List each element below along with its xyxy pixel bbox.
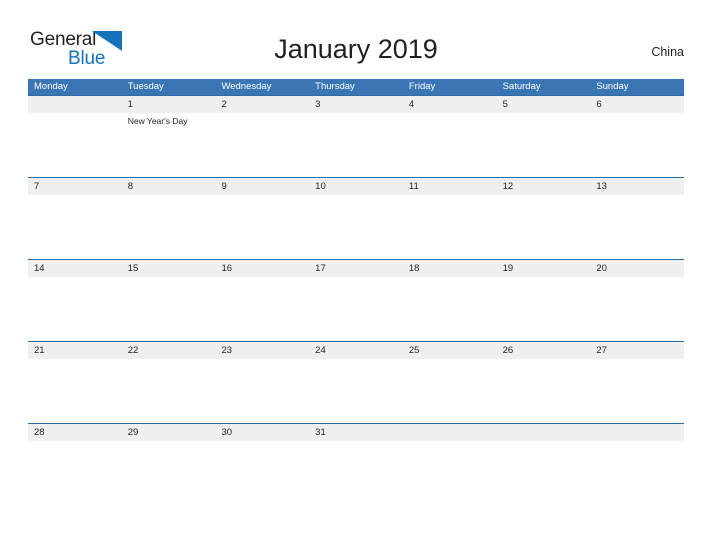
day-number[interactable] [590,424,684,441]
day-number[interactable]: 3 [309,96,403,113]
day-cell[interactable] [309,113,403,177]
day-cell[interactable] [309,277,403,341]
day-number[interactable]: 4 [403,96,497,113]
day-number[interactable]: 14 [28,260,122,277]
day-cell[interactable] [28,359,122,423]
day-number[interactable]: 16 [215,260,309,277]
week-date-band: 28 29 30 31 [28,424,684,441]
day-cell[interactable] [122,195,216,259]
event-label: New Year's Day [127,116,188,126]
day-cell[interactable] [309,441,403,505]
day-number[interactable]: 9 [215,178,309,195]
day-cell[interactable] [497,359,591,423]
day-cell[interactable] [590,195,684,259]
day-number[interactable]: 11 [403,178,497,195]
day-number[interactable]: 22 [122,342,216,359]
day-number[interactable]: 26 [497,342,591,359]
day-cell[interactable] [215,441,309,505]
day-number[interactable]: 6 [590,96,684,113]
week-event-band [28,277,684,341]
day-number[interactable]: 12 [497,178,591,195]
week-event-band [28,195,684,259]
day-cell[interactable] [122,277,216,341]
day-number[interactable]: 10 [309,178,403,195]
day-cell[interactable] [215,113,309,177]
day-cell[interactable] [215,277,309,341]
day-number[interactable] [497,424,591,441]
day-cell[interactable] [403,277,497,341]
day-number[interactable]: 23 [215,342,309,359]
day-number[interactable]: 15 [122,260,216,277]
day-cell[interactable] [309,195,403,259]
day-number[interactable]: 5 [497,96,591,113]
week-date-band: 21 22 23 24 25 26 27 [28,342,684,359]
day-cell[interactable] [28,441,122,505]
day-number[interactable]: 1 [122,96,216,113]
day-cell[interactable] [590,277,684,341]
week-date-band: 14 15 16 17 18 19 20 [28,260,684,277]
weekday-monday: Monday [34,81,68,92]
day-cell[interactable] [497,195,591,259]
day-cell[interactable] [590,441,684,505]
day-number[interactable] [403,424,497,441]
day-cell[interactable] [309,359,403,423]
day-number[interactable]: 8 [122,178,216,195]
day-number[interactable]: 30 [215,424,309,441]
week-row: 21 22 23 24 25 26 27 [28,341,684,423]
day-cell[interactable] [122,359,216,423]
day-number[interactable]: 21 [28,342,122,359]
day-cell[interactable] [403,195,497,259]
day-number[interactable]: 7 [28,178,122,195]
weekday-saturday: Saturday [502,81,541,92]
day-cell[interactable] [497,113,591,177]
day-number[interactable]: 20 [590,260,684,277]
day-number[interactable]: 2 [215,96,309,113]
day-cell[interactable] [215,195,309,259]
day-cell[interactable] [590,359,684,423]
day-number[interactable] [28,96,122,113]
day-cell[interactable] [403,113,497,177]
day-cell[interactable] [28,113,122,177]
weekday-wednesday: Wednesday [221,81,272,92]
weekday-friday: Friday [408,81,436,92]
day-cell[interactable]: New Year's Day [122,113,216,177]
week-event-band [28,441,684,505]
week-event-band [28,359,684,423]
day-cell[interactable] [122,441,216,505]
day-cell[interactable] [497,277,591,341]
day-cell[interactable] [215,359,309,423]
week-row: 1 2 3 4 5 6 New Year's Day [28,95,684,177]
week-date-band: 7 8 9 10 11 12 13 [28,178,684,195]
day-number[interactable]: 13 [590,178,684,195]
day-number[interactable]: 29 [122,424,216,441]
day-cell[interactable] [403,441,497,505]
week-event-band: New Year's Day [28,113,684,177]
calendar-page: General Blue January 2019 China Monday T… [0,0,712,550]
week-row: 7 8 9 10 11 12 13 [28,177,684,259]
weekday-sunday: Sunday [596,81,629,92]
weekday-thursday: Thursday [315,81,355,92]
day-cell[interactable] [28,277,122,341]
day-number[interactable]: 18 [403,260,497,277]
day-cell[interactable] [497,441,591,505]
calendar-grid: Monday Tuesday Wednesday Thursday Friday… [28,79,684,505]
country-label: China [651,45,684,59]
day-number[interactable]: 24 [309,342,403,359]
day-number[interactable]: 31 [309,424,403,441]
day-cell[interactable] [403,359,497,423]
day-cell[interactable] [590,113,684,177]
day-number[interactable]: 17 [309,260,403,277]
page-header: General Blue January 2019 China [0,0,712,78]
page-title: January 2019 [274,34,438,64]
week-row: 14 15 16 17 18 19 20 [28,259,684,341]
day-number[interactable]: 19 [497,260,591,277]
day-cell[interactable] [28,195,122,259]
weekday-tuesday: Tuesday [127,81,164,92]
day-number[interactable]: 27 [590,342,684,359]
weekday-header-row: Monday Tuesday Wednesday Thursday Friday… [28,79,684,95]
week-row: 28 29 30 31 [28,423,684,505]
day-number[interactable]: 25 [403,342,497,359]
week-date-band: 1 2 3 4 5 6 [28,96,684,113]
day-number[interactable]: 28 [28,424,122,441]
